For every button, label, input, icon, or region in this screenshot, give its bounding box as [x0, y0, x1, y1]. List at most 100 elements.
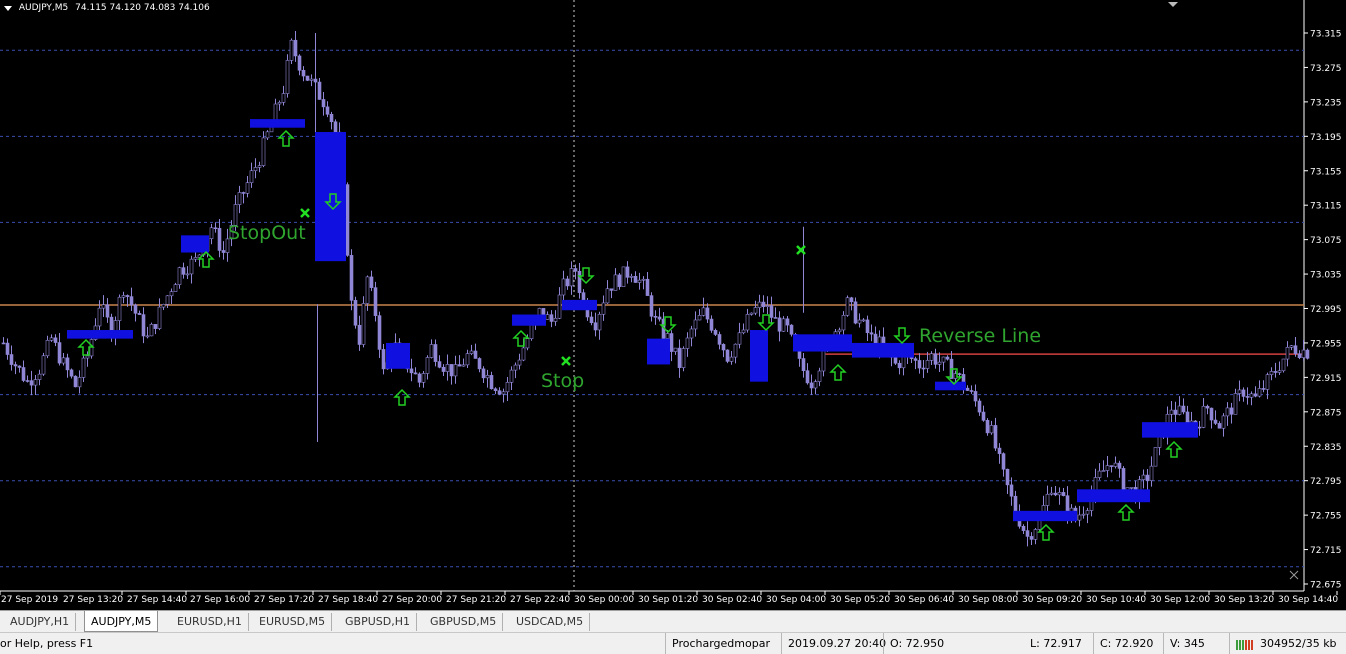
candle-body — [673, 347, 678, 352]
time-tick-label: 27 Sep 13:20 — [63, 595, 123, 605]
candle-body — [105, 304, 110, 318]
candle-body — [593, 322, 598, 331]
candle-body — [249, 170, 254, 184]
candle-body — [157, 306, 162, 329]
candle-body — [933, 353, 938, 365]
price-tick-label: 72.795 — [1310, 477, 1342, 487]
candle-body — [253, 167, 258, 172]
candle-body — [1101, 470, 1106, 472]
candle-body — [189, 258, 194, 275]
candle-body — [721, 344, 726, 351]
candle-body — [937, 361, 942, 365]
candle-body — [569, 268, 574, 287]
time-tick-label: 30 Sep 13:20 — [1214, 595, 1274, 605]
candle-body — [1081, 513, 1086, 516]
candle-body — [1001, 453, 1006, 470]
tab-audjpy-m5[interactable]: AUDJPY,M5 — [84, 611, 159, 632]
candle-body — [41, 355, 46, 375]
candle-body — [861, 319, 866, 322]
candle-body — [217, 228, 222, 251]
candle-body — [1261, 388, 1266, 390]
price-tick-label: 72.835 — [1310, 443, 1342, 453]
candle-body — [1105, 465, 1110, 471]
candle-body — [1177, 405, 1182, 415]
candle-body — [597, 313, 602, 331]
candle-body — [193, 257, 198, 260]
candle-body — [865, 319, 870, 334]
candle-body — [765, 305, 770, 307]
candle-body — [285, 60, 290, 94]
candle-body — [29, 380, 34, 386]
candle-body — [1021, 525, 1026, 531]
candle-body — [605, 288, 610, 304]
time-tick-label: 30 Sep 01:20 — [638, 595, 698, 605]
candle-body — [781, 318, 786, 332]
candle-body — [149, 324, 154, 337]
tab-usdcad-m5[interactable]: USDCAD,M5 — [510, 613, 591, 631]
status-datetime: 2019.09.27 20:40 — [781, 633, 886, 654]
candle-body — [1249, 393, 1254, 398]
time-tick-label: 27 Sep 21:20 — [446, 595, 506, 605]
candle-body — [1217, 423, 1222, 429]
candle-body — [589, 316, 594, 324]
candle-body — [165, 295, 170, 305]
candle-body — [1289, 345, 1294, 348]
candle-body — [669, 333, 674, 352]
candle-body — [473, 350, 478, 359]
tab-gbpusd-h1[interactable]: GBPUSD,H1 — [339, 613, 417, 631]
candle-body — [409, 368, 414, 374]
candle-body — [1153, 447, 1158, 467]
candle-body — [749, 312, 754, 315]
candle-body — [125, 295, 130, 297]
price-chart[interactable]: 73.315 73.275 73.235 73.195 73.155 73.115 73.0… — [0, 0, 1346, 610]
candle-body — [845, 297, 850, 316]
candle-body — [645, 278, 650, 296]
signal-box-sell — [647, 338, 670, 365]
price-tick-label: 73.195 — [1310, 133, 1342, 143]
dropdown-triangle-icon[interactable] — [4, 5, 12, 11]
candle-body — [97, 307, 102, 327]
tab-eurusd-m5[interactable]: EURUSD,M5 — [253, 613, 333, 631]
candle-body — [129, 296, 134, 306]
candle-body — [65, 357, 70, 371]
candle-body — [1201, 405, 1206, 428]
tab-audjpy-h1[interactable]: AUDJPY,H1 — [4, 613, 77, 631]
candle-body — [713, 330, 718, 335]
chart-area[interactable]: 73.315 73.275 73.235 73.195 73.155 73.115 73.0… — [0, 0, 1346, 610]
candle-body — [497, 390, 502, 395]
candle-body — [241, 192, 246, 194]
candle-body — [1097, 470, 1102, 478]
candle-body — [677, 347, 682, 368]
price-tick-label: 73.235 — [1310, 98, 1342, 108]
candle-body — [1241, 389, 1246, 397]
buy-arrow-icon — [393, 388, 411, 406]
candle-body — [321, 99, 326, 108]
candle-body — [893, 357, 898, 364]
price-tick-label: 72.955 — [1310, 339, 1342, 349]
buy-arrow-icon — [829, 363, 847, 381]
candle-body — [897, 362, 902, 369]
stop-marker-icon — [561, 356, 571, 366]
chart-shift-icon — [1168, 2, 1178, 7]
price-tick-label: 73.275 — [1310, 64, 1342, 74]
signal-box-sell — [750, 330, 768, 382]
candle-body — [1213, 419, 1218, 424]
price-tick-label: 73.155 — [1310, 167, 1342, 177]
buy-arrow-icon — [1117, 503, 1135, 521]
candle-body — [333, 121, 338, 133]
tab-gbpusd-m5[interactable]: GBPUSD,M5 — [424, 613, 504, 631]
candle-body — [733, 343, 738, 358]
candle-body — [1209, 407, 1214, 421]
candle-body — [997, 447, 1002, 454]
candle-body — [521, 347, 526, 361]
tab-eurusd-h1[interactable]: EURUSD,H1 — [171, 613, 249, 631]
candle-body — [921, 367, 926, 370]
price-tick-label: 73.315 — [1310, 30, 1342, 40]
candle-body — [481, 368, 486, 379]
candle-body — [557, 294, 562, 319]
candle-body — [1033, 529, 1038, 540]
candle-body — [77, 377, 82, 388]
candle-body — [925, 360, 930, 369]
candle-body — [137, 313, 142, 315]
candle-body — [57, 342, 62, 364]
